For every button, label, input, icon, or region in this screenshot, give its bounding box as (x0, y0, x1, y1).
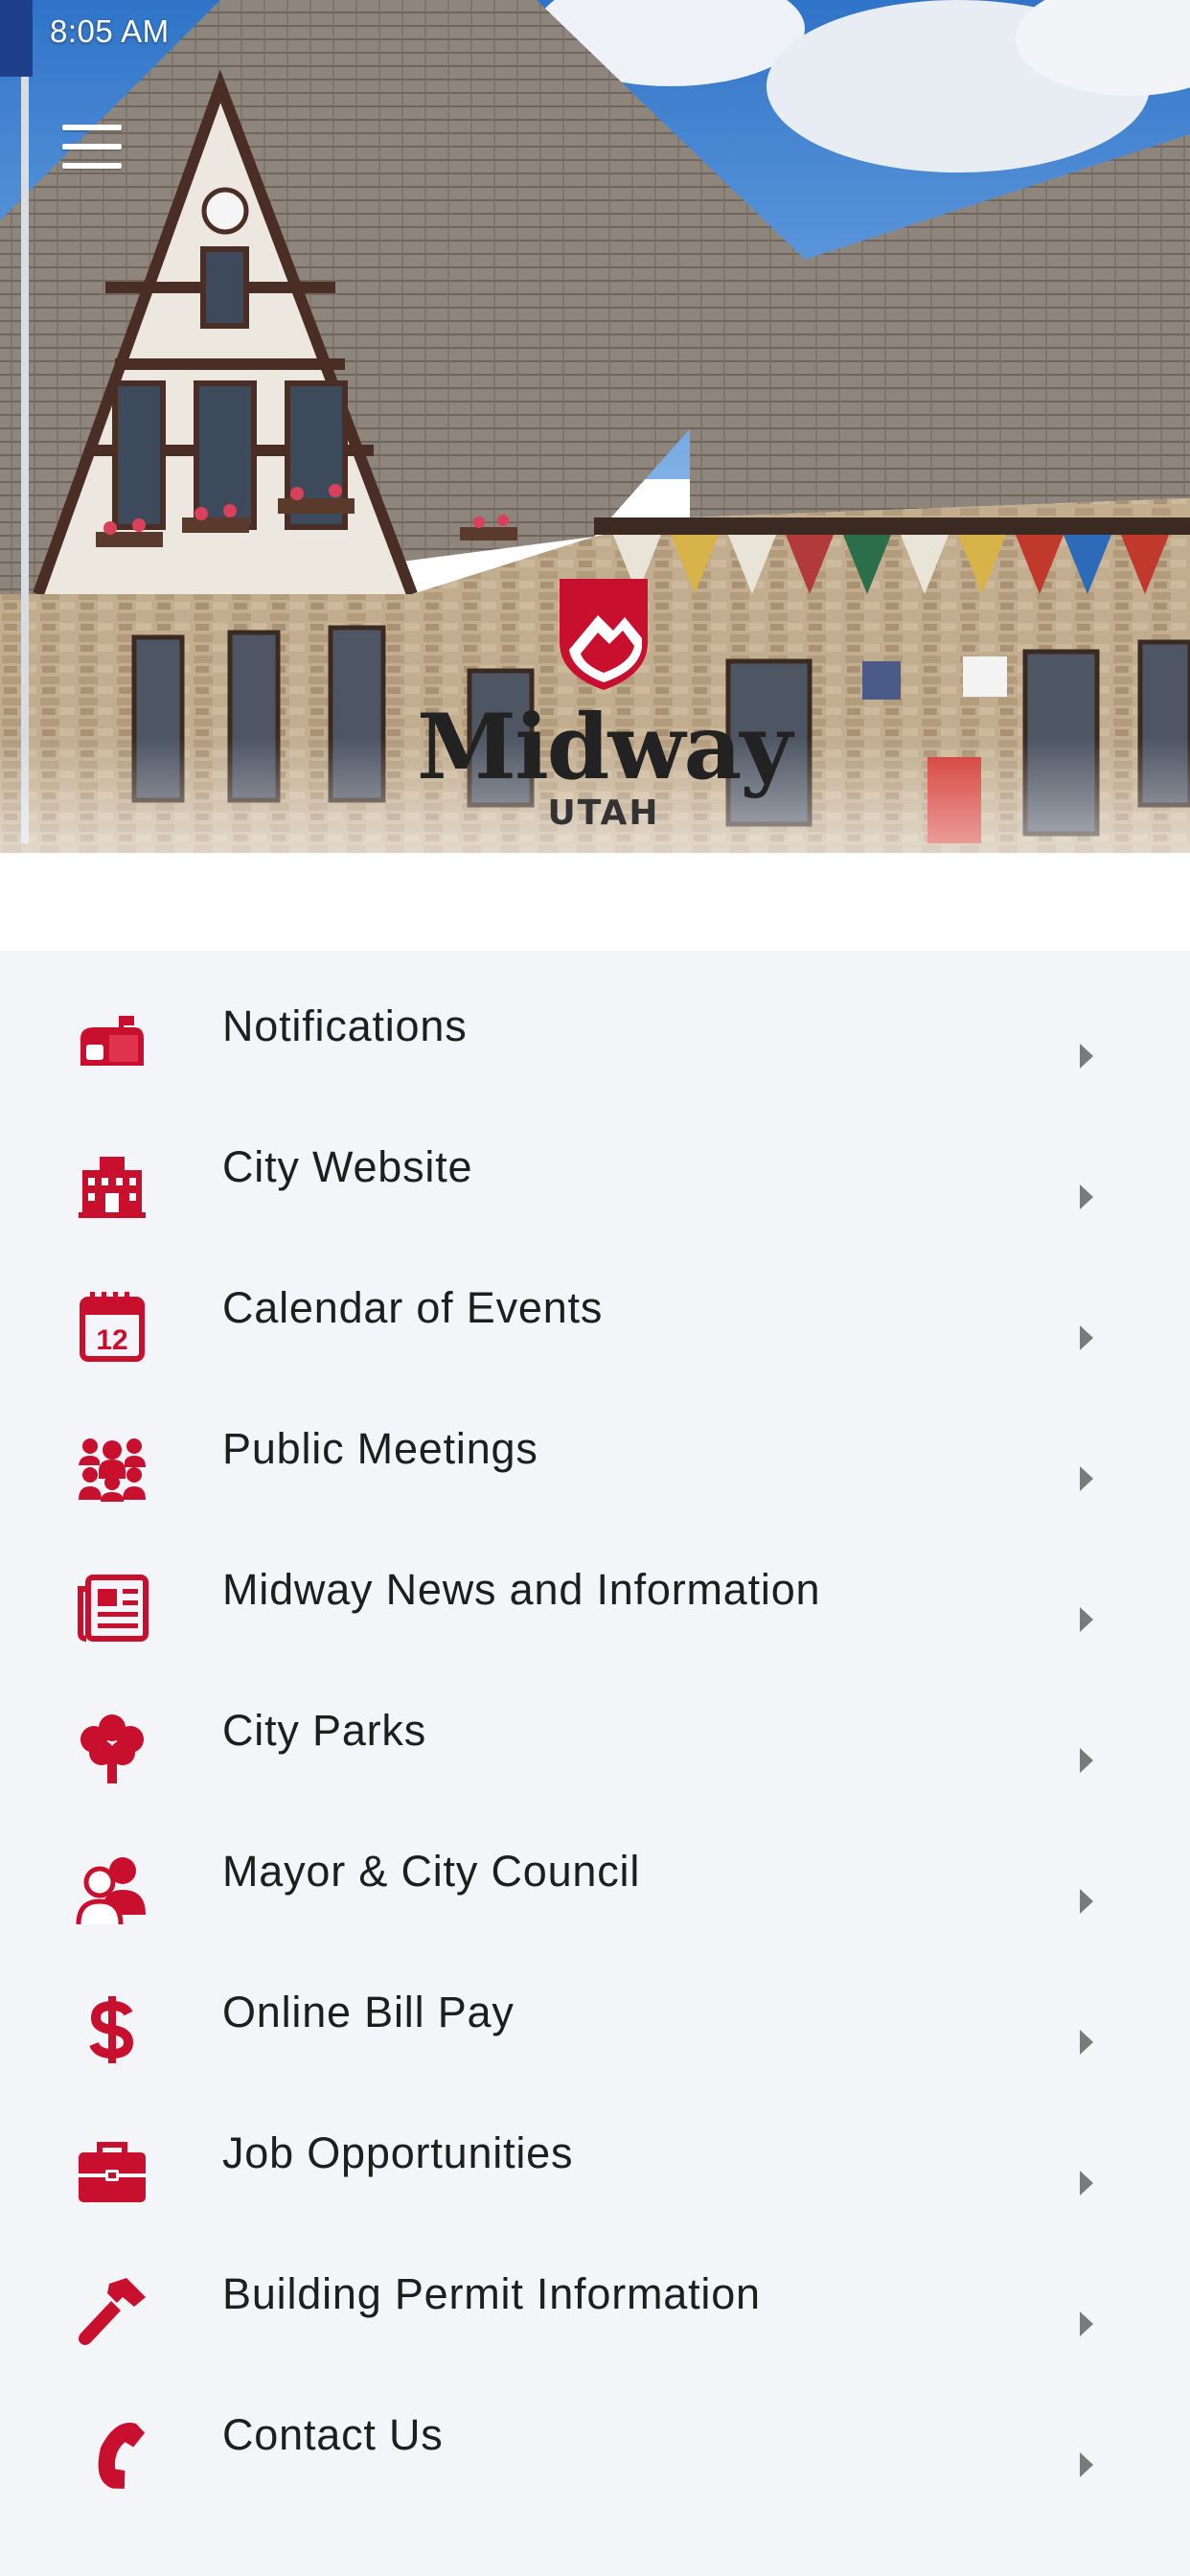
dollar-icon (75, 1992, 149, 2067)
chevron-right-icon (1080, 1325, 1093, 1350)
menu-item-label: Online Bill Pay (222, 1988, 515, 2036)
menu-item-label: Building Permit Information (222, 2269, 761, 2318)
menu-item-contact-us[interactable]: Contact Us (0, 2372, 1190, 2513)
newspaper-icon (75, 1570, 149, 1644)
menu-item-online-bill-pay[interactable]: Online Bill Pay (0, 1949, 1190, 2090)
menu-item-label: Calendar of Events (222, 1283, 604, 1332)
menu-item-label: Job Opportunities (222, 2128, 574, 2177)
menu-item-notifications[interactable]: Notifications (0, 963, 1190, 1104)
menu-item-public-meetings[interactable]: Public Meetings (0, 1386, 1190, 1527)
menu-item-calendar-of-events[interactable]: 12 Calendar of Events (0, 1245, 1190, 1386)
phone-icon (75, 2415, 149, 2490)
menu-item-label: City Website (222, 1142, 473, 1191)
menu-item-city-website[interactable]: City Website (0, 1104, 1190, 1245)
menu-item-label: Midway News and Information (222, 1565, 821, 1614)
menu-item-building-permit[interactable]: Building Permit Information (0, 2231, 1190, 2372)
chevron-right-icon (1080, 1184, 1093, 1209)
chevron-right-icon (1080, 2030, 1093, 2055)
logo-wordmark: Midway (417, 695, 792, 800)
calendar-icon: 12 (75, 1288, 149, 1363)
menu-item-label: Contact Us (222, 2410, 444, 2459)
menu-item-city-parks[interactable]: City Parks (0, 1668, 1190, 1808)
briefcase-icon (75, 2133, 149, 2208)
calendar-icon-number: 12 (96, 1324, 127, 1356)
mailbox-icon (75, 1006, 149, 1081)
status-bar-time: 8:05 AM (50, 13, 170, 49)
chevron-right-icon (1080, 2171, 1093, 2196)
logo-subtext: UTAH (547, 794, 660, 833)
hero-banner: 8:05 AM Midway UTAH (0, 0, 1190, 951)
council-people-icon (75, 1852, 149, 1926)
chevron-right-icon (1080, 1044, 1093, 1069)
hammer-icon (75, 2274, 149, 2349)
chevron-right-icon (1080, 1466, 1093, 1491)
chevron-right-icon (1080, 1748, 1093, 1773)
chevron-right-icon (1080, 2312, 1093, 2336)
main-menu-list: Notifications City Website 12 Calendar o… (0, 963, 1190, 2513)
chevron-right-icon (1080, 1889, 1093, 1914)
menu-item-label: City Parks (222, 1706, 427, 1755)
chevron-right-icon (1080, 1607, 1093, 1632)
menu-item-midway-news[interactable]: Midway News and Information (0, 1527, 1190, 1668)
menu-item-mayor-city-council[interactable]: Mayor & City Council (0, 1808, 1190, 1949)
menu-item-job-opportunities[interactable]: Job Opportunities (0, 2090, 1190, 2231)
group-people-icon (75, 1429, 149, 1504)
menu-item-label: Notifications (222, 1001, 468, 1050)
city-building-icon (75, 1147, 149, 1222)
hamburger-menu-icon[interactable] (50, 113, 134, 180)
midway-logo: Midway UTAH (412, 567, 795, 845)
midway-shield-icon (560, 579, 648, 690)
menu-item-label: Public Meetings (222, 1424, 538, 1473)
menu-item-label: Mayor & City Council (222, 1847, 641, 1896)
chevron-right-icon (1080, 2452, 1093, 2477)
tree-icon (75, 1711, 149, 1785)
